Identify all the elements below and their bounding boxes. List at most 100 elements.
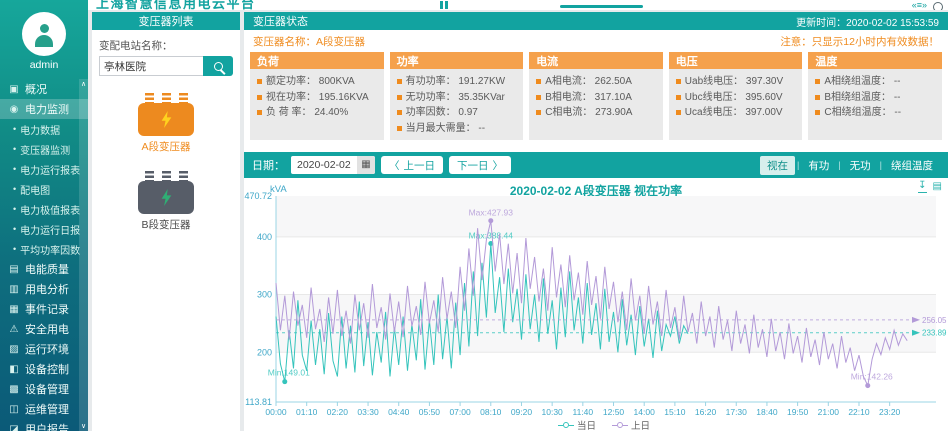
square-bullet-icon: [536, 95, 541, 100]
square-bullet-icon: [536, 79, 541, 84]
search-row: [99, 56, 233, 76]
sidebar-item-电力极值报表[interactable]: •电力极值报表: [0, 199, 88, 219]
chevron-left-icon: 〈: [389, 158, 400, 173]
scroll-up-icon[interactable]: ∧: [79, 80, 88, 88]
usage-analysis-icon: ▥: [8, 284, 20, 295]
transformer-list-panel: 变压器列表 变配电站名称： A段变压器B段变压器: [92, 12, 240, 431]
sidebar-item-配电图[interactable]: •配电图: [0, 179, 88, 199]
separator: |: [838, 160, 840, 170]
stat-item: A相电流： 262.50A: [536, 74, 656, 90]
power-quality-icon: ▤: [8, 264, 20, 275]
square-bullet-icon: [257, 110, 262, 115]
person-icon: [35, 22, 53, 48]
metric-button-绕组温度[interactable]: 绕组温度: [884, 156, 940, 175]
top-header-strip: 上海智慧信息用电云平台 «≡»: [88, 0, 948, 10]
bullet-icon: •: [13, 144, 16, 154]
search-button[interactable]: [203, 56, 233, 76]
sidebar-item-设备管理[interactable]: ▩设备管理: [0, 379, 88, 399]
stat-item: C相绕组温度： --: [815, 105, 935, 121]
stat-card-body: 额定功率： 800KVA视在功率： 195.16KVA负 荷 率： 24.40%: [250, 69, 384, 140]
status-header-bar: 变压器状态 更新时间：2020-02-02 15:53:59: [244, 12, 948, 30]
svg-text:11:40: 11:40: [573, 407, 594, 417]
stat-item-text: Ubc线电压： 395.60V: [685, 90, 783, 106]
scroll-down-icon[interactable]: ∨: [79, 422, 88, 430]
stat-item: 无功功率： 35.35KVar: [397, 90, 517, 106]
transformer-item[interactable]: A段变压器: [92, 93, 240, 154]
sidebar-item-电力运行日报[interactable]: •电力运行日报: [0, 219, 88, 239]
sidebar-item-电力监测[interactable]: ◉电力监测: [0, 99, 88, 119]
sidebar-item-事件记录[interactable]: ▦事件记录: [0, 299, 88, 319]
metric-button-无功[interactable]: 无功: [843, 156, 878, 175]
legend-label: 当日: [577, 418, 596, 431]
svg-text:300: 300: [257, 290, 272, 300]
user-icon[interactable]: [933, 2, 943, 10]
sidebar-item-用户报告[interactable]: ◪用户报告: [0, 419, 88, 431]
square-bullet-icon: [397, 95, 402, 100]
stat-item: A相绕组温度： --: [815, 74, 935, 90]
sidebar-item-变压器监测[interactable]: •变压器监测: [0, 139, 88, 159]
top-right-controls: «≡»: [912, 0, 943, 10]
pin-icon: [179, 171, 188, 181]
calendar-icon[interactable]: ▦: [357, 156, 375, 174]
metric-button-视在[interactable]: 视在: [760, 156, 795, 175]
stat-cards: 负荷额定功率： 800KVA视在功率： 195.16KVA负 荷 率： 24.4…: [244, 52, 948, 140]
svg-text:03:30: 03:30: [357, 407, 379, 417]
svg-text:05:50: 05:50: [419, 407, 441, 417]
svg-text:470.72: 470.72: [244, 191, 272, 201]
legend-item-当日[interactable]: 当日: [558, 418, 596, 431]
sidebar-item-运行环境[interactable]: ▨运行环境: [0, 339, 88, 359]
legend-item-上日[interactable]: 上日: [612, 418, 650, 431]
sidebar-item-label: 运行环境: [25, 341, 69, 357]
transformer-icon: [138, 181, 194, 214]
collapse-icon[interactable]: «≡»: [912, 0, 927, 10]
station-search-input[interactable]: [99, 56, 203, 76]
legend-line: [623, 425, 628, 426]
bullet-icon: •: [13, 124, 16, 134]
date-picker[interactable]: 2020-02-02 ▦: [291, 156, 375, 174]
svg-text:233.89: 233.89: [922, 329, 947, 338]
stat-item-text: Uca线电压： 397.00V: [685, 105, 783, 121]
sidebar-item-概况[interactable]: ▣概况: [0, 79, 88, 99]
stat-card-body: A相绕组温度： --B相绕组温度： --C相绕组温度： --: [808, 69, 942, 140]
prev-day-button[interactable]: 〈 上一日: [381, 156, 443, 174]
app: 上海智慧信息用电云平台 «≡» admin ▣概况◉电力监测•电力数据•变压器监…: [0, 0, 948, 431]
safe-power-icon: ⚠: [8, 324, 20, 335]
stat-item-text: 负 荷 率： 24.40%: [266, 105, 348, 121]
sidebar-item-设备控制[interactable]: ◧设备控制: [0, 359, 88, 379]
sidebar-item-平均功率因数[interactable]: •平均功率因数: [0, 239, 88, 259]
stat-card-title: 负荷: [250, 52, 384, 69]
sidebar-item-安全用电[interactable]: ⚠安全用电: [0, 319, 88, 339]
pin-icon: [162, 93, 171, 103]
bullet-icon: •: [13, 204, 16, 214]
date-value[interactable]: 2020-02-02: [291, 159, 357, 171]
svg-text:15:10: 15:10: [664, 407, 686, 417]
metric-button-有功[interactable]: 有功: [801, 156, 836, 175]
stat-card-title: 温度: [808, 52, 942, 69]
search-icon: [214, 62, 223, 71]
svg-text:18:40: 18:40: [756, 407, 778, 417]
bullet-icon: •: [13, 224, 16, 234]
next-day-button[interactable]: 下一日 〉: [449, 156, 511, 174]
sidebar-item-电力运行报表[interactable]: •电力运行报表: [0, 159, 88, 179]
stat-item: 当月最大需量： --: [397, 121, 517, 137]
stat-card: 功率有功功率： 191.27KW无功功率： 35.35KVar功率因数： 0.9…: [390, 52, 524, 140]
sidebar-item-电力数据[interactable]: •电力数据: [0, 119, 88, 139]
event-log-icon: ▦: [8, 304, 20, 315]
sidebar-item-电能质量[interactable]: ▤电能质量: [0, 259, 88, 279]
stat-card: 负荷额定功率： 800KVA视在功率： 195.16KVA负 荷 率： 24.4…: [250, 52, 384, 140]
sidebar-item-label: 用电分析: [25, 281, 69, 297]
square-bullet-icon: [815, 110, 820, 115]
stat-item-text: 额定功率： 800KVA: [266, 74, 355, 90]
sidebar-item-运维管理[interactable]: ◫运维管理: [0, 399, 88, 419]
chevron-right-icon: 〉: [493, 158, 504, 173]
stat-item-text: C相电流： 273.90A: [545, 105, 632, 121]
avatar[interactable]: [22, 12, 66, 56]
stat-item-text: 视在功率： 195.16KVA: [266, 90, 369, 106]
transformer-item[interactable]: B段变压器: [92, 171, 240, 232]
sidebar-scrollbar[interactable]: ∧ ∨: [79, 79, 88, 431]
svg-text:200: 200: [257, 347, 272, 357]
transformer-pins: [92, 171, 240, 181]
chart-legend: 当日 上日: [284, 418, 924, 431]
sidebar-item-用电分析[interactable]: ▥ 用电分析: [0, 279, 88, 299]
sidebar-item-label: 设备控制: [25, 361, 69, 377]
